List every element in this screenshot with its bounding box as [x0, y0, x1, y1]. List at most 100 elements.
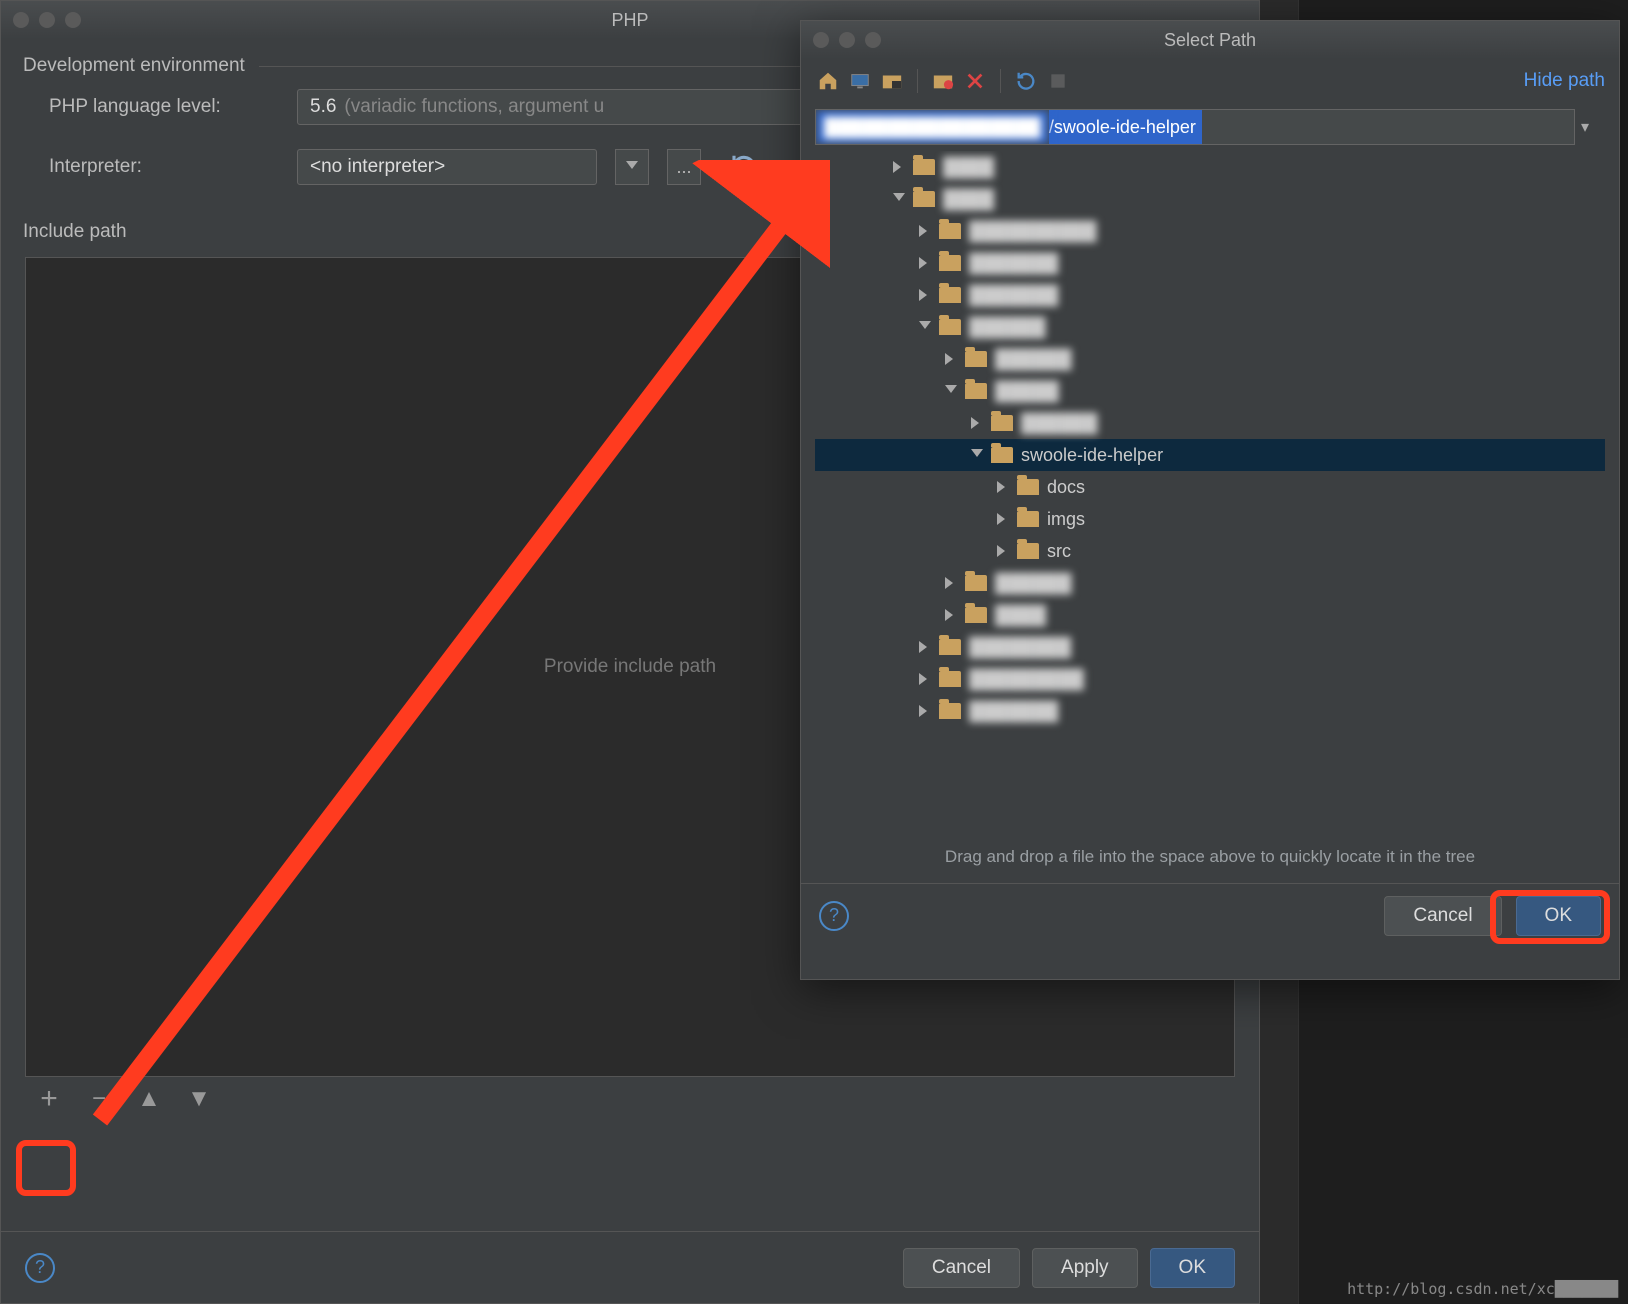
- delete-icon[interactable]: [962, 68, 988, 94]
- folder-icon: [991, 415, 1013, 431]
- tree-item[interactable]: ██████: [815, 407, 1605, 439]
- new-folder-icon[interactable]: [930, 68, 956, 94]
- help-button[interactable]: ?: [819, 901, 849, 931]
- chevron-right-icon: [945, 353, 957, 365]
- drop-hint: Drag and drop a file into the space abov…: [801, 837, 1619, 883]
- folder-icon: [939, 671, 961, 687]
- minimize-dot-icon[interactable]: [839, 32, 855, 48]
- tree-item-label: ██████: [1021, 413, 1098, 434]
- tree-item-label: ██████: [969, 317, 1046, 338]
- folder-icon: [939, 287, 961, 303]
- tree-item[interactable]: ██████: [815, 311, 1605, 343]
- window-title: Select Path: [1164, 30, 1256, 51]
- tree-item-label: src: [1047, 541, 1071, 562]
- tree-item[interactable]: ███████: [815, 247, 1605, 279]
- tree-item[interactable]: docs: [815, 471, 1605, 503]
- tree-item[interactable]: ██████: [815, 343, 1605, 375]
- path-input[interactable]: █████████████████ /swoole-ide-helper: [815, 109, 1575, 145]
- interpreter-browse-button[interactable]: ...: [667, 149, 701, 185]
- tree-item[interactable]: █████: [815, 375, 1605, 407]
- add-button[interactable]: +: [35, 1085, 63, 1113]
- tree-item[interactable]: ████████: [815, 631, 1605, 663]
- interpreter-select[interactable]: <no interpreter>: [297, 149, 597, 185]
- refresh-icon[interactable]: [1013, 68, 1039, 94]
- dialog-buttons: ? Cancel OK: [801, 883, 1619, 947]
- ok-button[interactable]: OK: [1150, 1248, 1235, 1288]
- path-suffix: /swoole-ide-helper: [1049, 110, 1202, 144]
- dialog-buttons: ? Cancel Apply OK: [1, 1231, 1259, 1303]
- chevron-right-icon: [971, 417, 983, 429]
- project-icon[interactable]: [879, 68, 905, 94]
- chevron-down-icon: [919, 321, 931, 333]
- move-up-button[interactable]: ▲: [135, 1085, 163, 1113]
- chevron-right-icon: [945, 577, 957, 589]
- remove-button[interactable]: −: [85, 1085, 113, 1113]
- file-tree[interactable]: ████████████████████████████████████████…: [815, 151, 1605, 831]
- language-level-label: PHP language level:: [49, 96, 279, 118]
- tree-item-label: imgs: [1047, 509, 1085, 530]
- apply-button[interactable]: Apply: [1032, 1248, 1138, 1288]
- zoom-dot-icon[interactable]: [65, 12, 81, 28]
- tree-item[interactable]: src: [815, 535, 1605, 567]
- folder-icon: [965, 351, 987, 367]
- tree-item-label: ██████████: [969, 221, 1097, 242]
- history-dropdown-icon[interactable]: ▾: [1581, 117, 1605, 137]
- chevron-right-icon: [945, 609, 957, 621]
- tree-item[interactable]: ████: [815, 183, 1605, 215]
- minimize-dot-icon[interactable]: [39, 12, 55, 28]
- tree-item[interactable]: ██████████: [815, 215, 1605, 247]
- chevron-right-icon: [919, 225, 931, 237]
- tree-item[interactable]: ███████: [815, 695, 1605, 727]
- tree-item[interactable]: ██████: [815, 567, 1605, 599]
- move-down-button[interactable]: ▼: [185, 1085, 213, 1113]
- home-icon[interactable]: [815, 68, 841, 94]
- close-dot-icon[interactable]: [13, 12, 29, 28]
- zoom-dot-icon[interactable]: [865, 32, 881, 48]
- folder-icon: [913, 191, 935, 207]
- tree-item[interactable]: ███████: [815, 279, 1605, 311]
- tree-item-label: ██████: [995, 349, 1072, 370]
- refresh-icon[interactable]: [729, 152, 759, 182]
- folder-icon: [991, 447, 1013, 463]
- tree-item[interactable]: swoole-ide-helper: [815, 439, 1605, 471]
- path-prefix: █████████████████: [816, 110, 1049, 144]
- tree-item[interactable]: ████: [815, 151, 1605, 183]
- interpreter-value: <no interpreter>: [310, 156, 445, 178]
- show-hidden-icon[interactable]: [1045, 68, 1071, 94]
- include-placeholder: Provide include path: [544, 656, 716, 678]
- button-label: OK: [1545, 905, 1572, 927]
- tree-item-label: ████: [995, 605, 1046, 626]
- folder-icon: [1017, 543, 1039, 559]
- hide-path-link[interactable]: Hide path: [1524, 70, 1605, 92]
- interpreter-dropdown-button[interactable]: [615, 149, 649, 185]
- titlebar: Select Path: [801, 21, 1619, 59]
- folder-icon: [1017, 479, 1039, 495]
- select-path-window: Select Path Hide path █████████████████ …: [800, 20, 1620, 980]
- tree-item-label: ███████: [969, 701, 1058, 722]
- cancel-button[interactable]: Cancel: [903, 1248, 1020, 1288]
- tree-item-label: ███████: [969, 253, 1058, 274]
- folder-icon: [939, 319, 961, 335]
- separator: [917, 69, 918, 93]
- folder-icon: [965, 575, 987, 591]
- cancel-button[interactable]: Cancel: [1384, 896, 1501, 936]
- tree-item[interactable]: █████████: [815, 663, 1605, 695]
- tree-item[interactable]: imgs: [815, 503, 1605, 535]
- folder-icon: [939, 703, 961, 719]
- tree-item-label: ███████: [969, 285, 1058, 306]
- ok-button[interactable]: OK: [1516, 896, 1601, 936]
- tree-item[interactable]: ████: [815, 599, 1605, 631]
- window-controls: [813, 32, 881, 48]
- language-level-hint: (variadic functions, argument u: [344, 96, 604, 118]
- chevron-right-icon: [919, 289, 931, 301]
- tree-item-label: ████████: [969, 637, 1071, 658]
- close-dot-icon[interactable]: [813, 32, 829, 48]
- help-button[interactable]: ?: [25, 1253, 55, 1283]
- tree-item-label: swoole-ide-helper: [1021, 445, 1163, 466]
- button-label: OK: [1179, 1257, 1206, 1279]
- chevron-down-icon: [626, 161, 638, 173]
- tree-item-label: █████: [995, 381, 1059, 402]
- chevron-down-icon: [945, 385, 957, 397]
- chevron-right-icon: [997, 513, 1009, 525]
- desktop-icon[interactable]: [847, 68, 873, 94]
